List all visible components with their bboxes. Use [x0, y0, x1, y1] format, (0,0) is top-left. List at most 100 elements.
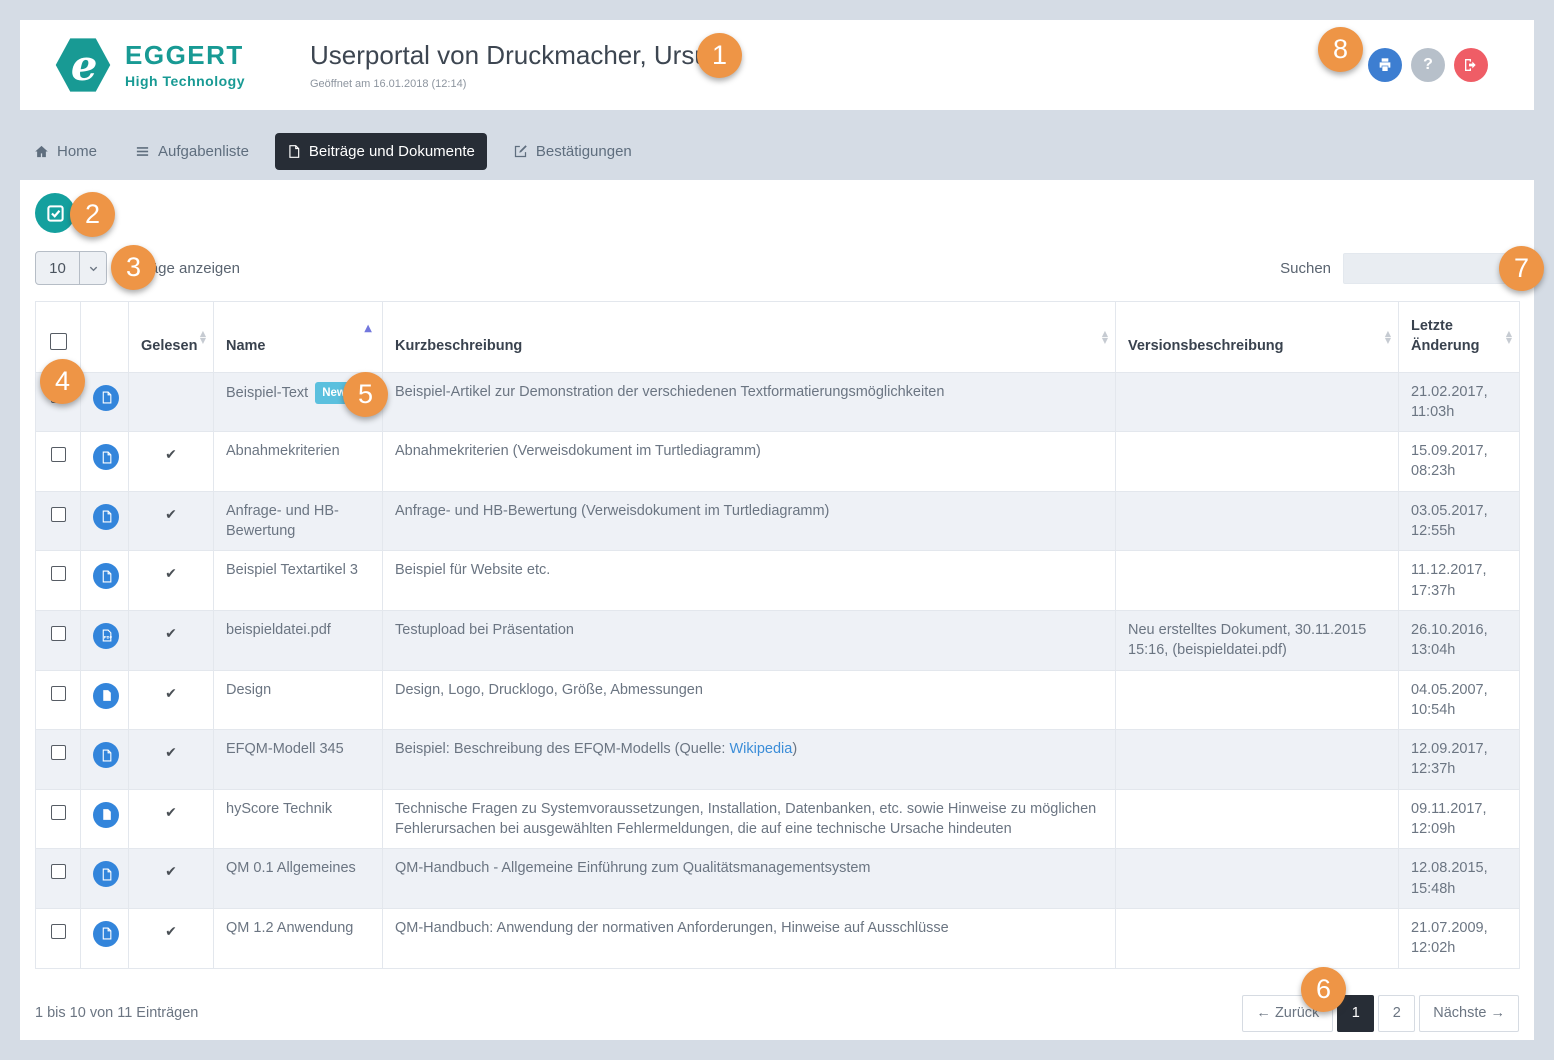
file-outline-icon — [100, 451, 113, 464]
last-changed-date: 12.09.2017, 12:37h — [1399, 730, 1520, 790]
file-outline-icon — [100, 510, 113, 523]
page-length-select[interactable]: 10 — [35, 251, 107, 285]
sort-icon[interactable]: ▲▼ — [1385, 330, 1391, 344]
description-text: Anfrage- und HB-Bewertung (Verweisdokume… — [395, 503, 829, 519]
document-name-link[interactable]: hyScore Technik — [226, 801, 332, 817]
column-header-kurzbeschreibung[interactable]: Kurzbeschreibung ▲▼ — [383, 302, 1116, 373]
table-row: PDF ✔ Anfrage- und HB-Bewertung Anfrage-… — [36, 491, 1520, 551]
sort-icon[interactable]: ▲▼ — [200, 330, 206, 344]
row-checkbox[interactable] — [51, 686, 66, 701]
check-square-icon — [46, 204, 65, 223]
column-header-letzte-aenderung[interactable]: Letzte Änderung ▲▼ — [1399, 302, 1520, 373]
description-text: QM-Handbuch - Allgemeine Einführung zum … — [395, 860, 871, 876]
column-header-name[interactable]: Name ▲ — [214, 302, 383, 373]
logo-name: EGGERT — [125, 42, 245, 68]
document-name-link[interactable]: QM 0.1 Allgemeines — [226, 860, 356, 876]
row-checkbox[interactable] — [51, 924, 66, 939]
tab-home[interactable]: Home — [22, 133, 109, 170]
column-header-versionsbeschreibung[interactable]: Versionsbeschreibung ▲▼ — [1116, 302, 1399, 373]
file-solid-icon — [100, 808, 113, 821]
description-text: Design, Logo, Drucklogo, Größe, Abmessun… — [395, 682, 703, 698]
document-type-icon[interactable]: PDF — [93, 563, 119, 589]
read-check-icon: ✔ — [165, 566, 177, 582]
callout-badge-1: 1 — [697, 33, 742, 78]
file-pdf-icon: PDF — [100, 629, 113, 642]
last-changed-date: 03.05.2017, 12:55h — [1399, 491, 1520, 551]
document-type-icon[interactable]: PDF — [93, 623, 119, 649]
document-name-link[interactable]: Beispiel Textartikel 3 — [226, 562, 358, 578]
document-name-link[interactable]: Abnahmekriterien — [226, 443, 340, 459]
sort-icon[interactable]: ▲▼ — [1102, 330, 1108, 344]
description-text: Beispiel-Artikel zur Demonstration der v… — [395, 384, 944, 400]
description-text: Technische Fragen zu Systemvoraussetzung… — [395, 801, 1096, 837]
row-checkbox[interactable] — [51, 626, 66, 641]
description-wikipedia-link[interactable]: Wikipedia — [729, 741, 792, 757]
document-type-icon[interactable]: PDF — [93, 921, 119, 947]
document-name-link[interactable]: beispieldatei.pdf — [226, 622, 331, 638]
document-name-link[interactable]: Beispiel-Text — [226, 385, 308, 401]
table-row: PDF ✔ QM 1.2 Anwendung QM-Handbuch: Anwe… — [36, 908, 1520, 968]
document-name-link[interactable]: Anfrage- und HB-Bewertung — [226, 503, 339, 539]
document-type-icon[interactable]: PDF — [93, 742, 119, 768]
callout-badge-7: 7 — [1499, 246, 1544, 291]
table-row: PDF ✔ beispieldatei.pdf Testupload bei P… — [36, 610, 1520, 670]
home-icon — [34, 144, 49, 159]
page-subtitle: Geöffnet am 16.01.2018 (12:14) — [310, 78, 729, 90]
select-all-button[interactable] — [35, 193, 75, 233]
tab-label: Aufgabenliste — [158, 143, 249, 160]
logout-button[interactable] — [1454, 48, 1488, 82]
table-row: PDF ✔ Beispiel-TextNew Beispiel-Artikel … — [36, 372, 1520, 432]
pagination: ← Zurück 1 2 Nächste → — [1242, 995, 1519, 1032]
print-button[interactable] — [1368, 48, 1402, 82]
document-name-link[interactable]: Design — [226, 682, 271, 698]
description-text: Beispiel: Beschreibung des EFQM-Modells … — [395, 741, 729, 757]
table-row: PDF ✔ Design Design, Logo, Drucklogo, Gr… — [36, 670, 1520, 730]
last-changed-date: 04.05.2007, 10:54h — [1399, 670, 1520, 730]
svg-text:PDF: PDF — [103, 635, 112, 640]
row-checkbox[interactable] — [51, 566, 66, 581]
printer-icon — [1377, 57, 1393, 73]
sort-ascending-icon[interactable]: ▲ — [364, 322, 372, 336]
document-name-link[interactable]: EFQM-Modell 345 — [226, 741, 344, 757]
document-type-icon[interactable]: PDF — [93, 504, 119, 530]
document-type-icon[interactable]: PDF — [93, 802, 119, 828]
version-description — [1116, 432, 1399, 492]
column-header-gelesen[interactable]: Gelesen ▲▼ — [129, 302, 214, 373]
tab-bestaetigungen[interactable]: Bestätigungen — [501, 133, 644, 170]
next-page-button[interactable]: Nächste → — [1419, 995, 1519, 1032]
version-description — [1116, 372, 1399, 432]
row-checkbox[interactable] — [51, 507, 66, 522]
documents-table: Gelesen ▲▼ Name ▲ Kurzbeschreibung ▲▼ Ve… — [35, 301, 1520, 969]
entries-info-text: 1 bis 10 von 11 Einträgen — [35, 1005, 198, 1021]
document-type-icon[interactable]: PDF — [93, 683, 119, 709]
logout-icon — [1463, 57, 1479, 73]
row-checkbox[interactable] — [51, 805, 66, 820]
search-input[interactable] — [1343, 253, 1519, 284]
callout-badge-5: 5 — [343, 372, 388, 417]
document-type-icon[interactable]: PDF — [93, 861, 119, 887]
callout-badge-6: 6 — [1301, 967, 1346, 1012]
document-name-link[interactable]: QM 1.2 Anwendung — [226, 920, 353, 936]
file-outline-icon — [100, 927, 113, 940]
row-checkbox[interactable] — [51, 447, 66, 462]
list-icon — [135, 144, 150, 159]
row-checkbox[interactable] — [51, 864, 66, 879]
document-type-icon[interactable]: PDF — [93, 385, 119, 411]
table-row: PDF ✔ hyScore Technik Technische Fragen … — [36, 789, 1520, 849]
version-description: Neu erstelltes Dokument, 30.11.2015 15:1… — [1116, 610, 1399, 670]
tab-beitraege-und-dokumente[interactable]: Beiträge und Dokumente — [275, 133, 487, 170]
content-panel: 10 Einträge anzeigen Suchen Gelesen ▲▼ — [20, 180, 1534, 1040]
tab-aufgabenliste[interactable]: Aufgabenliste — [123, 133, 261, 170]
version-description — [1116, 908, 1399, 968]
select-all-checkbox[interactable] — [50, 333, 67, 350]
page-length-value: 10 — [36, 252, 79, 284]
document-type-icon[interactable]: PDF — [93, 444, 119, 470]
last-changed-date: 15.09.2017, 08:23h — [1399, 432, 1520, 492]
callout-badge-2: 2 — [70, 192, 115, 237]
description-text: QM-Handbuch: Anwendung der normativen An… — [395, 920, 949, 936]
row-checkbox[interactable] — [51, 745, 66, 760]
sort-icon[interactable]: ▲▼ — [1506, 330, 1512, 344]
help-button[interactable]: ? — [1411, 48, 1445, 82]
page-button-2[interactable]: 2 — [1378, 995, 1415, 1032]
question-mark-icon: ? — [1423, 56, 1433, 74]
